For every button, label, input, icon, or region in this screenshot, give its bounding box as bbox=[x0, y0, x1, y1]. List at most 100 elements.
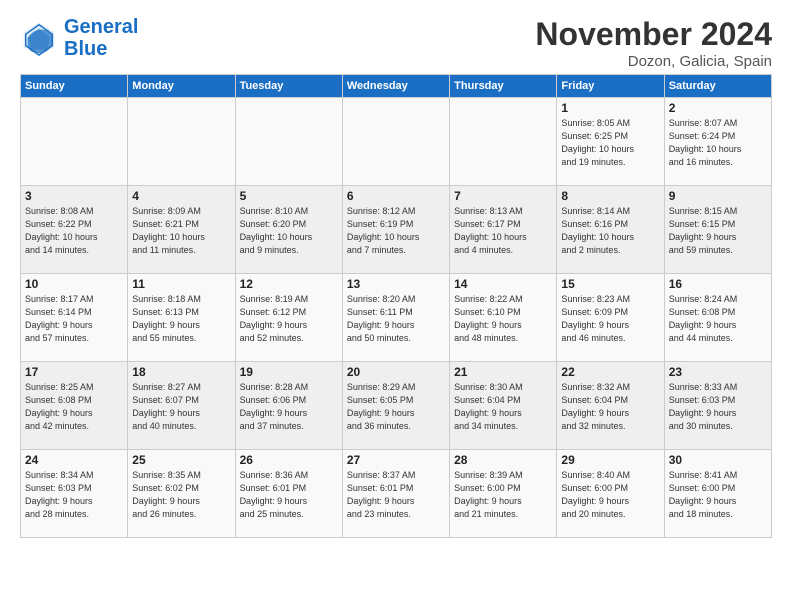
calendar-cell: 19 Sunrise: 8:28 AM Sunset: 6:06 PM Dayli… bbox=[235, 362, 342, 450]
calendar-cell: 4 Sunrise: 8:09 AM Sunset: 6:21 PM Daylig… bbox=[128, 186, 235, 274]
header-thursday: Thursday bbox=[450, 75, 557, 98]
header-friday: Friday bbox=[557, 75, 664, 98]
calendar-cell: 2Sunrise: 8:07 AM Sunset: 6:24 PM Daylig… bbox=[664, 98, 771, 186]
day-info: Sunrise: 8:18 AM Sunset: 6:13 PM Dayligh… bbox=[132, 293, 230, 345]
calendar-cell: 13 Sunrise: 8:20 AM Sunset: 6:11 PM Dayli… bbox=[342, 274, 449, 362]
day-number: 12 bbox=[240, 277, 338, 291]
calendar-cell: 30 Sunrise: 8:41 AM Sunset: 6:00 PM Dayli… bbox=[664, 450, 771, 538]
header-monday: Monday bbox=[128, 75, 235, 98]
calendar-cell: 28 Sunrise: 8:39 AM Sunset: 6:00 PM Dayli… bbox=[450, 450, 557, 538]
day-number: 20 bbox=[347, 365, 445, 379]
location-subtitle: Dozon, Galicia, Spain bbox=[535, 53, 772, 70]
header: General Blue November 2024 Dozon, Galici… bbox=[20, 16, 772, 70]
calendar-cell: 24 Sunrise: 8:34 AM Sunset: 6:03 PM Dayli… bbox=[21, 450, 128, 538]
header-saturday: Saturday bbox=[664, 75, 771, 98]
month-title: November 2024 bbox=[535, 16, 772, 53]
calendar-cell: 1Sunrise: 8:05 AM Sunset: 6:25 PM Daylig… bbox=[557, 98, 664, 186]
day-number: 25 bbox=[132, 453, 230, 467]
calendar-cell: 8 Sunrise: 8:14 AM Sunset: 6:16 PM Daylig… bbox=[557, 186, 664, 274]
day-info: Sunrise: 8:23 AM Sunset: 6:09 PM Dayligh… bbox=[561, 293, 659, 345]
day-info: Sunrise: 8:28 AM Sunset: 6:06 PM Dayligh… bbox=[240, 381, 338, 433]
day-info: Sunrise: 8:33 AM Sunset: 6:03 PM Dayligh… bbox=[669, 381, 767, 433]
calendar-cell: 5 Sunrise: 8:10 AM Sunset: 6:20 PM Daylig… bbox=[235, 186, 342, 274]
calendar-header-row: Sunday Monday Tuesday Wednesday Thursday… bbox=[21, 75, 772, 98]
calendar-cell: 20 Sunrise: 8:29 AM Sunset: 6:05 PM Dayli… bbox=[342, 362, 449, 450]
day-info: Sunrise: 8:36 AM Sunset: 6:01 PM Dayligh… bbox=[240, 469, 338, 521]
day-info: Sunrise: 8:20 AM Sunset: 6:11 PM Dayligh… bbox=[347, 293, 445, 345]
page-container: General Blue November 2024 Dozon, Galici… bbox=[0, 0, 792, 548]
day-info: Sunrise: 8:15 AM Sunset: 6:15 PM Dayligh… bbox=[669, 205, 767, 257]
day-info: Sunrise: 8:19 AM Sunset: 6:12 PM Dayligh… bbox=[240, 293, 338, 345]
day-info: Sunrise: 8:10 AM Sunset: 6:20 PM Dayligh… bbox=[240, 205, 338, 257]
calendar-table: Sunday Monday Tuesday Wednesday Thursday… bbox=[20, 74, 772, 538]
day-info: Sunrise: 8:22 AM Sunset: 6:10 PM Dayligh… bbox=[454, 293, 552, 345]
calendar-cell: 12 Sunrise: 8:19 AM Sunset: 6:12 PM Dayli… bbox=[235, 274, 342, 362]
day-number: 7 bbox=[454, 189, 552, 203]
logo: General Blue bbox=[20, 16, 138, 60]
day-number: 27 bbox=[347, 453, 445, 467]
day-info: Sunrise: 8:40 AM Sunset: 6:00 PM Dayligh… bbox=[561, 469, 659, 521]
day-info: Sunrise: 8:24 AM Sunset: 6:08 PM Dayligh… bbox=[669, 293, 767, 345]
day-number: 4 bbox=[132, 189, 230, 203]
day-number: 26 bbox=[240, 453, 338, 467]
logo-icon bbox=[20, 19, 58, 57]
day-info: Sunrise: 8:30 AM Sunset: 6:04 PM Dayligh… bbox=[454, 381, 552, 433]
day-info: Sunrise: 8:13 AM Sunset: 6:17 PM Dayligh… bbox=[454, 205, 552, 257]
title-block: November 2024 Dozon, Galicia, Spain bbox=[535, 16, 772, 70]
calendar-cell: 26 Sunrise: 8:36 AM Sunset: 6:01 PM Dayli… bbox=[235, 450, 342, 538]
calendar-cell bbox=[450, 98, 557, 186]
calendar-cell: 25 Sunrise: 8:35 AM Sunset: 6:02 PM Dayli… bbox=[128, 450, 235, 538]
week-row-3: 10Sunrise: 8:17 AM Sunset: 6:14 PM Dayli… bbox=[21, 274, 772, 362]
day-info: Sunrise: 8:37 AM Sunset: 6:01 PM Dayligh… bbox=[347, 469, 445, 521]
calendar-cell bbox=[21, 98, 128, 186]
calendar-cell: 27 Sunrise: 8:37 AM Sunset: 6:01 PM Dayli… bbox=[342, 450, 449, 538]
calendar-cell: 3 Sunrise: 8:08 AM Sunset: 6:22 PM Daylig… bbox=[21, 186, 128, 274]
calendar-cell: 7 Sunrise: 8:13 AM Sunset: 6:17 PM Daylig… bbox=[450, 186, 557, 274]
calendar-cell: 18 Sunrise: 8:27 AM Sunset: 6:07 PM Dayli… bbox=[128, 362, 235, 450]
day-number: 29 bbox=[561, 453, 659, 467]
day-number: 19 bbox=[240, 365, 338, 379]
day-info: Sunrise: 8:14 AM Sunset: 6:16 PM Dayligh… bbox=[561, 205, 659, 257]
day-info: Sunrise: 8:08 AM Sunset: 6:22 PM Dayligh… bbox=[25, 205, 123, 257]
day-info: Sunrise: 8:39 AM Sunset: 6:00 PM Dayligh… bbox=[454, 469, 552, 521]
calendar-cell: 11 Sunrise: 8:18 AM Sunset: 6:13 PM Dayli… bbox=[128, 274, 235, 362]
week-row-5: 24 Sunrise: 8:34 AM Sunset: 6:03 PM Dayli… bbox=[21, 450, 772, 538]
calendar-cell bbox=[128, 98, 235, 186]
week-row-4: 17Sunrise: 8:25 AM Sunset: 6:08 PM Dayli… bbox=[21, 362, 772, 450]
day-info: Sunrise: 8:27 AM Sunset: 6:07 PM Dayligh… bbox=[132, 381, 230, 433]
day-number: 23 bbox=[669, 365, 767, 379]
day-info: Sunrise: 8:09 AM Sunset: 6:21 PM Dayligh… bbox=[132, 205, 230, 257]
calendar-cell: 29 Sunrise: 8:40 AM Sunset: 6:00 PM Dayli… bbox=[557, 450, 664, 538]
header-sunday: Sunday bbox=[21, 75, 128, 98]
calendar-cell: 15 Sunrise: 8:23 AM Sunset: 6:09 PM Dayli… bbox=[557, 274, 664, 362]
day-number: 24 bbox=[25, 453, 123, 467]
day-info: Sunrise: 8:34 AM Sunset: 6:03 PM Dayligh… bbox=[25, 469, 123, 521]
day-info: Sunrise: 8:17 AM Sunset: 6:14 PM Dayligh… bbox=[25, 293, 123, 345]
day-number: 15 bbox=[561, 277, 659, 291]
day-number: 5 bbox=[240, 189, 338, 203]
calendar-cell bbox=[342, 98, 449, 186]
day-info: Sunrise: 8:41 AM Sunset: 6:00 PM Dayligh… bbox=[669, 469, 767, 521]
logo-text: General Blue bbox=[64, 16, 138, 60]
day-number: 13 bbox=[347, 277, 445, 291]
day-info: Sunrise: 8:05 AM Sunset: 6:25 PM Dayligh… bbox=[561, 117, 659, 169]
day-info: Sunrise: 8:32 AM Sunset: 6:04 PM Dayligh… bbox=[561, 381, 659, 433]
day-number: 11 bbox=[132, 277, 230, 291]
day-number: 14 bbox=[454, 277, 552, 291]
calendar-cell: 14 Sunrise: 8:22 AM Sunset: 6:10 PM Dayli… bbox=[450, 274, 557, 362]
day-info: Sunrise: 8:07 AM Sunset: 6:24 PM Dayligh… bbox=[669, 117, 767, 169]
day-number: 18 bbox=[132, 365, 230, 379]
calendar-cell: 22Sunrise: 8:32 AM Sunset: 6:04 PM Dayli… bbox=[557, 362, 664, 450]
calendar-cell bbox=[235, 98, 342, 186]
calendar-cell: 6 Sunrise: 8:12 AM Sunset: 6:19 PM Daylig… bbox=[342, 186, 449, 274]
calendar-cell: 9Sunrise: 8:15 AM Sunset: 6:15 PM Daylig… bbox=[664, 186, 771, 274]
day-info: Sunrise: 8:12 AM Sunset: 6:19 PM Dayligh… bbox=[347, 205, 445, 257]
day-number: 8 bbox=[561, 189, 659, 203]
day-number: 30 bbox=[669, 453, 767, 467]
day-number: 6 bbox=[347, 189, 445, 203]
day-number: 28 bbox=[454, 453, 552, 467]
header-tuesday: Tuesday bbox=[235, 75, 342, 98]
day-info: Sunrise: 8:29 AM Sunset: 6:05 PM Dayligh… bbox=[347, 381, 445, 433]
day-info: Sunrise: 8:35 AM Sunset: 6:02 PM Dayligh… bbox=[132, 469, 230, 521]
day-number: 3 bbox=[25, 189, 123, 203]
